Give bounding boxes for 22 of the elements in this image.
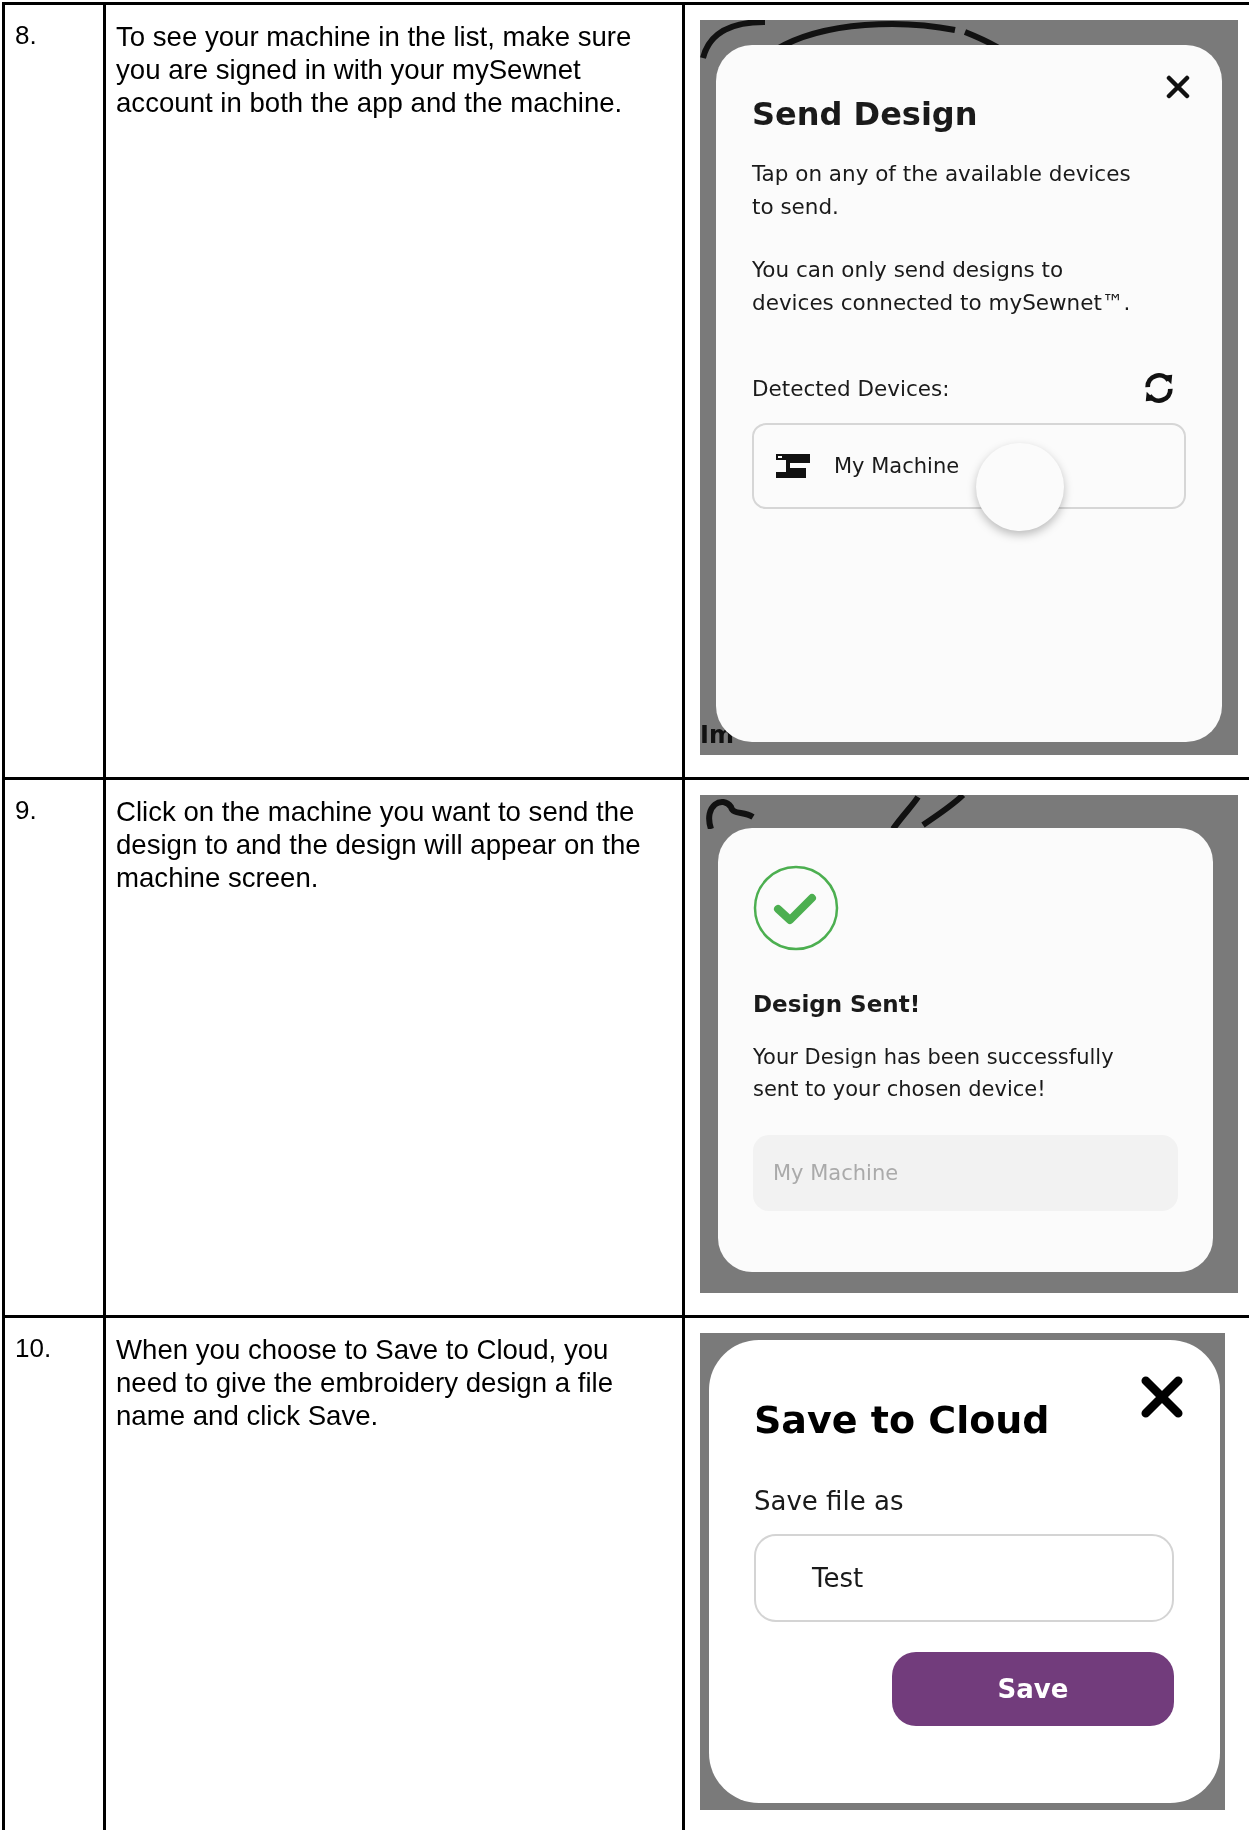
checkmark-icon [753,865,839,951]
close-icon[interactable] [1166,75,1190,99]
step-instruction: When you choose to Save to Cloud, you need to give the embroidery design a file name and click Save. [116,1333,614,1432]
dialog-title: Send Design [752,95,979,133]
sewing-machine-icon [776,454,812,478]
devices-label: Detected Devices: [752,375,950,401]
dialog-title: Design Sent! [753,991,922,1017]
step-instruction: To see your machine in the list, make sure you are signed in with your mySewnet account in both the app and the machine. [116,20,633,119]
refresh-icon[interactable] [1142,371,1176,405]
file-name-field[interactable]: Test [754,1534,1174,1622]
step-instruction: Click on the machine you want to send the design to and the design will appear on the machine screen. [116,795,642,894]
step-number: 9. [15,795,37,825]
close-icon[interactable] [1141,1376,1183,1418]
dialog-text: You can only send designs to devices connected to mySewnet™. [752,256,1132,317]
step-number: 10. [15,1333,52,1363]
dialog-text: Your Design has been successfully sent to your chosen device! [753,1044,1115,1103]
field-label: Save file as [754,1486,905,1516]
dialog-text: Tap on any of the available devices to send. [752,160,1132,221]
save-button[interactable]: Save [892,1652,1174,1726]
step-number: 8. [15,20,37,50]
device-label: My Machine [753,1135,1178,1211]
dialog-title: Save to Cloud [754,1398,1051,1442]
